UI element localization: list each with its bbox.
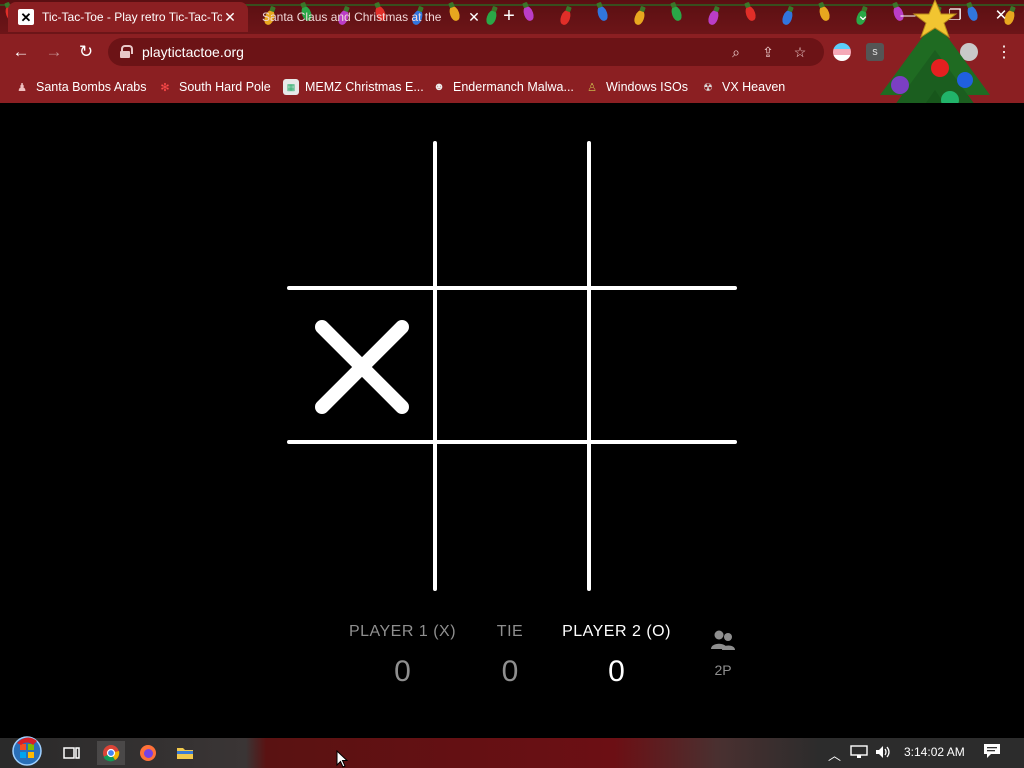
- new-tab-button[interactable]: +: [498, 6, 520, 28]
- tab-tictactoe[interactable]: ✕ Tic-Tac-Toe - Play retro Tic-Tac-To ✕: [8, 2, 248, 32]
- player2-score: 0: [608, 655, 625, 688]
- board-cell-7[interactable]: [287, 444, 437, 594]
- bookmark-label: Santa Bombs Arabs: [36, 80, 147, 94]
- board-cell-8[interactable]: [437, 444, 587, 594]
- bookmark-label: Windows ISOs: [606, 80, 688, 94]
- bookmark-label: MEMZ Christmas E...: [305, 80, 424, 94]
- bookmark-windows-isos[interactable]: ♙ Windows ISOs: [584, 76, 688, 98]
- mode-toggle-button[interactable]: 2P: [708, 629, 738, 678]
- share-icon[interactable]: ⇪: [758, 42, 778, 62]
- tab-close-icon[interactable]: ✕: [466, 9, 482, 26]
- action-center-icon[interactable]: [983, 743, 1001, 762]
- forward-icon[interactable]: →: [42, 40, 66, 64]
- tic-tac-toe-game: PLAYER 1 (X) 0 TIE 0 PLAYER 2 (O) 0 2P: [0, 103, 1024, 738]
- player1-score-column[interactable]: PLAYER 1 (X) 0: [340, 623, 465, 689]
- zoom-search-icon[interactable]: ⌕: [726, 42, 746, 62]
- bookmark-memz-christmas[interactable]: ▦ MEMZ Christmas E...: [283, 76, 424, 98]
- board-cell-9[interactable]: [591, 444, 741, 594]
- x-favicon-icon: ✕: [18, 9, 34, 25]
- board-cell-2[interactable]: [437, 141, 587, 291]
- bookmark-star-icon[interactable]: ☆: [790, 42, 810, 62]
- light-bulb-icon: [669, 4, 684, 23]
- tab-title: Santa Claus and Christmas at the: [262, 10, 442, 24]
- two-players-icon: [711, 630, 735, 650]
- light-bulb-icon: [743, 4, 758, 23]
- light-bulb-icon: [706, 8, 721, 27]
- tie-score-column: TIE 0: [485, 623, 535, 689]
- board-cell-6[interactable]: [591, 290, 741, 440]
- bookmark-label: South Hard Pole: [179, 80, 271, 94]
- bookmark-vx-heaven[interactable]: ☢ VX Heaven: [700, 76, 785, 98]
- player1-label: PLAYER 1 (X): [348, 623, 457, 640]
- tab-close-icon[interactable]: ✕: [222, 9, 238, 26]
- bookmark-label: VX Heaven: [722, 80, 786, 94]
- firefox-icon[interactable]: [136, 741, 160, 765]
- volume-icon[interactable]: [874, 745, 892, 762]
- windows-taskbar: ︿ 3:14:02 AM: [0, 736, 1024, 768]
- chrome-icon[interactable]: [97, 741, 125, 765]
- tab-title: Tic-Tac-Toe - Play retro Tic-Tac-To: [42, 10, 222, 24]
- chevron-up-icon[interactable]: ︿: [828, 745, 841, 764]
- light-bulb-icon: [595, 4, 610, 23]
- vx-heaven-icon: ☢: [703, 81, 713, 94]
- board-cell-5[interactable]: [437, 290, 587, 440]
- light-bulb-icon: [780, 8, 795, 27]
- light-bulb-icon: [817, 4, 832, 23]
- x-mark-icon: [315, 320, 409, 414]
- board-cell-3[interactable]: [591, 141, 741, 291]
- address-bar[interactable]: playtictactoe.org ⌕ ⇪ ☆: [108, 38, 824, 66]
- scoreboard: PLAYER 1 (X) 0 TIE 0 PLAYER 2 (O) 0 2P: [340, 623, 760, 723]
- player2-label: PLAYER 2 (O): [562, 623, 671, 640]
- light-bulb-icon: [521, 4, 536, 23]
- reload-icon[interactable]: ↻: [74, 40, 98, 64]
- network-icon[interactable]: [850, 745, 868, 762]
- tab-santa-claus[interactable]: Santa Claus and Christmas at the ✕: [252, 2, 492, 32]
- snowflake-icon: ✻: [160, 81, 170, 94]
- mouse-cursor-icon: [336, 750, 348, 768]
- tie-score: 0: [501, 655, 519, 688]
- mode-label: 2P: [714, 662, 732, 678]
- skull-icon: ☻: [433, 81, 445, 93]
- player1-score: 0: [394, 655, 411, 688]
- bookmark-south-hard-pole[interactable]: ✻ South Hard Pole: [157, 76, 271, 98]
- bookmark-label: Endermanch Malwa...: [453, 80, 574, 94]
- santa-icon: ♟: [17, 81, 27, 94]
- back-icon[interactable]: ←: [9, 40, 33, 64]
- task-view-icon[interactable]: [60, 741, 84, 765]
- file-explorer-icon[interactable]: [173, 741, 197, 765]
- light-bulb-icon: [632, 8, 647, 27]
- board-cell-1[interactable]: [287, 141, 437, 291]
- tie-label: TIE: [496, 623, 524, 640]
- lock-icon[interactable]: [120, 45, 133, 58]
- bookmark-endermanch-malware[interactable]: ☻ Endermanch Malwa...: [431, 76, 574, 98]
- start-orb-icon[interactable]: [10, 734, 44, 768]
- windows-iso-icon: ♙: [587, 81, 597, 94]
- memz-icon: ▦: [283, 79, 299, 95]
- bookmark-santa-bombs-arabs[interactable]: ♟ Santa Bombs Arabs: [14, 76, 146, 98]
- player2-score-column[interactable]: PLAYER 2 (O) 0: [554, 623, 679, 689]
- taskbar-clock[interactable]: 3:14:02 AM: [904, 745, 965, 759]
- url-text[interactable]: playtictactoe.org: [142, 44, 244, 60]
- light-bulb-icon: [558, 8, 573, 27]
